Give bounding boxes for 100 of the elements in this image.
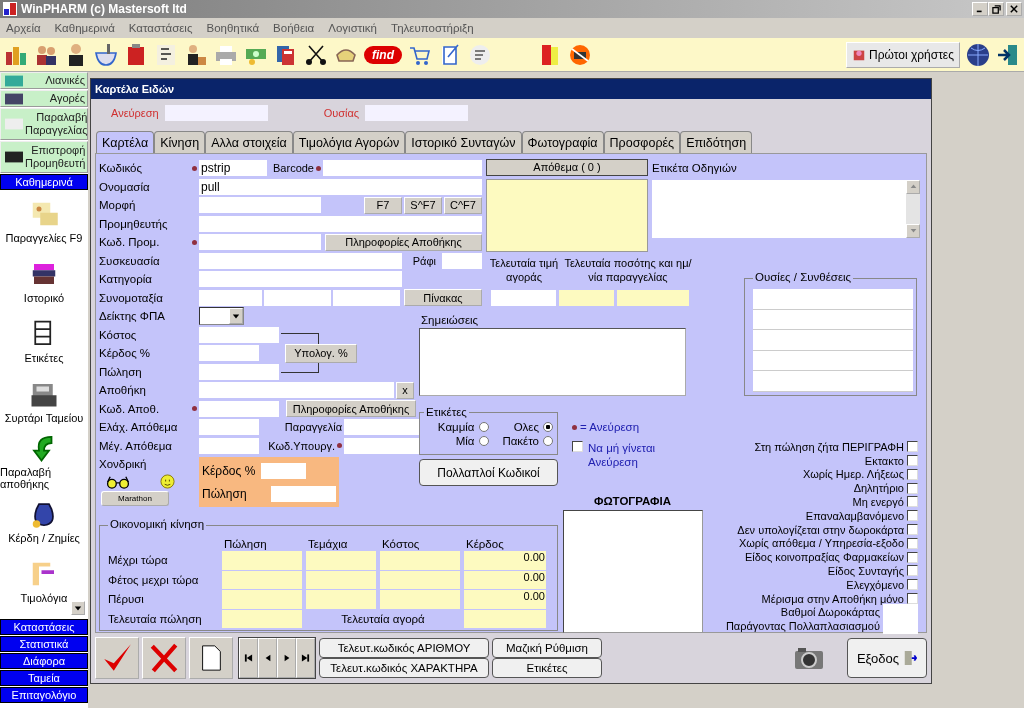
sidebar-group-header[interactable]: Καθημερινά bbox=[0, 174, 88, 190]
checkbox[interactable] bbox=[907, 510, 918, 522]
barcode-field[interactable] bbox=[323, 160, 482, 177]
checkbox[interactable] bbox=[907, 524, 918, 535]
instructions-field[interactable] bbox=[652, 179, 920, 238]
multiple-codes-button[interactable]: Πολλαπλοί Κωδικοί bbox=[419, 459, 558, 486]
menu-item[interactable]: Αρχεία bbox=[6, 22, 41, 34]
menu-item[interactable]: Βοηθητικά bbox=[206, 22, 260, 34]
tab[interactable]: Τιμολόγια Αγορών bbox=[292, 131, 406, 153]
input-field[interactable] bbox=[199, 252, 402, 269]
tab[interactable]: Αλλα στοιχεία bbox=[205, 131, 293, 153]
next-icon[interactable] bbox=[282, 653, 291, 663]
shelf-field[interactable] bbox=[442, 252, 482, 269]
last-quantity-field[interactable] bbox=[559, 289, 614, 306]
minimize-button[interactable] bbox=[972, 2, 988, 16]
sidebar-group-header[interactable]: Καταστάσεις bbox=[0, 619, 88, 635]
sidebar-group-header[interactable]: Διάφορα bbox=[0, 653, 88, 669]
previous-record-button[interactable] bbox=[258, 638, 277, 678]
radio-button[interactable] bbox=[478, 422, 489, 432]
radio-button[interactable] bbox=[478, 436, 489, 446]
sidebar-shortcut-button[interactable]: Επιστροφή Προμηθευτή bbox=[0, 141, 88, 173]
last-record-button[interactable] bbox=[296, 638, 315, 678]
checkbox[interactable] bbox=[907, 496, 918, 508]
scrollbar[interactable] bbox=[906, 179, 920, 238]
smiley-icon[interactable] bbox=[160, 473, 175, 489]
name-field[interactable]: pull bbox=[199, 178, 482, 195]
mortar-icon[interactable] bbox=[94, 41, 118, 68]
code-field[interactable]: pstrip bbox=[199, 160, 267, 177]
previous-icon[interactable] bbox=[263, 653, 272, 663]
checkbox[interactable] bbox=[907, 455, 918, 467]
menu-item[interactable]: Τηλευποστήριξη bbox=[391, 22, 474, 34]
function-key-button[interactable]: S^F7 bbox=[404, 196, 442, 214]
checkbox[interactable] bbox=[907, 468, 918, 480]
checkbox[interactable] bbox=[907, 565, 918, 577]
new-document-button[interactable] bbox=[189, 637, 233, 679]
calculate-button[interactable]: Υπολογ. % bbox=[285, 343, 357, 363]
sidebar-group-header[interactable]: Ταμεία bbox=[0, 670, 88, 686]
ministry-code-field[interactable] bbox=[344, 437, 419, 454]
sidebar-item[interactable]: Ιστορικό bbox=[0, 251, 88, 311]
multiplier-field[interactable] bbox=[883, 618, 918, 635]
sidebar-item[interactable]: Ετικέτες bbox=[0, 311, 88, 371]
order-field[interactable] bbox=[344, 419, 419, 436]
sidebar-item[interactable]: Κέρδη / Ζημίες bbox=[0, 491, 88, 551]
search-field[interactable] bbox=[164, 105, 268, 121]
sidebar-item[interactable]: Συρτάρι Ταμείου bbox=[0, 371, 88, 431]
globe-icon[interactable] bbox=[966, 41, 990, 68]
category-field[interactable] bbox=[199, 271, 402, 288]
sidebar-item[interactable]: Τιμολόγια bbox=[0, 551, 88, 611]
sidebar-item[interactable]: Παραλαβή αποθήκης bbox=[0, 431, 88, 491]
exit-button[interactable]: Εξοδος bbox=[847, 638, 927, 678]
wholesale-price-field[interactable] bbox=[271, 485, 336, 502]
search-field[interactable] bbox=[365, 105, 469, 121]
scroll-up-icon[interactable] bbox=[906, 179, 920, 194]
sidebar-item[interactable]: Παραγγελίες F9 bbox=[0, 191, 88, 251]
input-field[interactable] bbox=[199, 400, 279, 417]
labels-button[interactable]: Ετικέτες bbox=[492, 658, 602, 678]
supplier-field[interactable] bbox=[199, 215, 482, 232]
warehouse-info-button[interactable]: Πληροφορίες Αποθήκης bbox=[325, 233, 482, 251]
bulk-settings-button[interactable]: Μαζική Ρύθμιση bbox=[492, 638, 602, 658]
first-users-button[interactable]: Πρώτοι χρήστες bbox=[846, 41, 960, 68]
tab[interactable]: Φωτογραφία bbox=[521, 131, 604, 153]
sidebar-shortcut-button[interactable]: Παραλαβή Παραγγελίας bbox=[0, 108, 88, 140]
next-record-button[interactable] bbox=[277, 638, 296, 678]
margin-field[interactable] bbox=[199, 345, 259, 362]
first-icon[interactable] bbox=[244, 653, 253, 663]
glasses-icon[interactable] bbox=[105, 474, 131, 489]
checkbox[interactable] bbox=[907, 482, 918, 494]
max-stock-field[interactable] bbox=[199, 437, 259, 454]
tab[interactable]: Καρτέλα bbox=[96, 131, 155, 153]
last-code-button[interactable]: Τελευτ.κωδικός ΧΑΡΑΚΤΗΡΑ bbox=[319, 658, 489, 678]
tab[interactable]: Κίνηση bbox=[154, 131, 206, 153]
input-field[interactable] bbox=[199, 234, 321, 251]
last-icon[interactable] bbox=[301, 653, 310, 663]
min-stock-field[interactable] bbox=[199, 419, 259, 436]
warehouse-info-button[interactable]: Πληροφορίες Αποθήκης bbox=[286, 400, 416, 418]
tab[interactable]: Επιδότηση bbox=[680, 131, 753, 153]
wholesale-margin-field[interactable] bbox=[261, 462, 306, 479]
checkbox[interactable] bbox=[907, 537, 918, 549]
warehouse-field[interactable] bbox=[199, 382, 394, 399]
close-button[interactable] bbox=[1006, 2, 1022, 16]
tab[interactable]: Ιστορικό Συνταγών bbox=[405, 131, 522, 153]
close-icon[interactable] bbox=[1010, 5, 1018, 13]
sidebar-group-header[interactable]: Επιταγολόγιο bbox=[0, 687, 88, 703]
price-field[interactable] bbox=[199, 363, 279, 380]
checkbox[interactable] bbox=[907, 551, 918, 563]
checkbox[interactable] bbox=[572, 440, 583, 452]
menu-item[interactable]: Καταστάσεις bbox=[128, 22, 193, 34]
sidebar-shortcut-button[interactable]: Λιανικές bbox=[0, 72, 88, 89]
cross-icon[interactable] bbox=[148, 642, 180, 674]
sidebar-shortcut-button[interactable]: Αγορές bbox=[0, 90, 88, 107]
menu-item[interactable]: Βοήθεια bbox=[273, 22, 315, 34]
scroll-down-icon[interactable] bbox=[906, 223, 920, 238]
first-record-button[interactable] bbox=[239, 638, 258, 678]
last-price-field[interactable] bbox=[491, 289, 556, 306]
menu-item[interactable]: Λογιστική bbox=[328, 22, 377, 34]
input-field[interactable] bbox=[199, 289, 262, 306]
input-field[interactable] bbox=[264, 289, 331, 306]
input-field[interactable] bbox=[333, 289, 400, 306]
clear-button[interactable]: x bbox=[396, 381, 414, 399]
vat-dropdown[interactable] bbox=[199, 307, 244, 326]
